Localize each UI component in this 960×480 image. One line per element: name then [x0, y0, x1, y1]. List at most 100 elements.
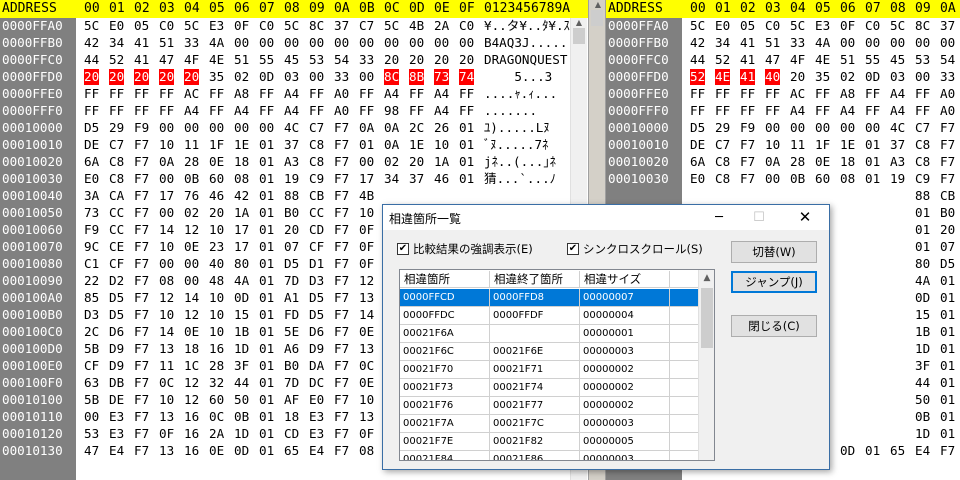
- hex-byte[interactable]: FF: [715, 103, 730, 119]
- close-button[interactable]: 閉じる(C): [731, 315, 817, 337]
- hex-byte[interactable]: 00: [815, 120, 830, 136]
- hex-byte[interactable]: 10: [159, 392, 174, 408]
- hex-byte[interactable]: FF: [159, 103, 174, 119]
- hex-byte[interactable]: C0: [765, 18, 780, 34]
- hex-byte[interactable]: 01: [940, 341, 955, 357]
- hex-byte[interactable]: F7: [134, 290, 149, 306]
- hex-byte[interactable]: D6: [309, 324, 324, 340]
- hex-byte[interactable]: F9: [740, 120, 755, 136]
- hex-byte[interactable]: FF: [915, 86, 930, 102]
- hex-byte[interactable]: B0: [284, 205, 299, 221]
- hex-byte[interactable]: 4B: [409, 18, 424, 34]
- hex-byte[interactable]: B0: [940, 205, 955, 221]
- hex-byte[interactable]: 01: [259, 137, 274, 153]
- hex-byte[interactable]: C0: [459, 18, 474, 34]
- hex-byte[interactable]: 00: [259, 120, 274, 136]
- scroll-thumb[interactable]: [591, 10, 603, 26]
- hex-byte[interactable]: 0A: [159, 154, 174, 170]
- hex-byte[interactable]: 00: [359, 154, 374, 170]
- hex-byte[interactable]: A4: [790, 103, 805, 119]
- hex-byte[interactable]: DE: [84, 137, 99, 153]
- hex-byte[interactable]: CC: [309, 205, 324, 221]
- hex-byte[interactable]: 17: [159, 188, 174, 204]
- hex-byte[interactable]: 14: [159, 324, 174, 340]
- hex-byte[interactable]: 44: [690, 52, 705, 68]
- hex-byte[interactable]: 0D: [840, 443, 855, 459]
- hex-byte[interactable]: 17: [234, 239, 249, 255]
- hex-byte[interactable]: F7: [334, 290, 349, 306]
- hex-byte[interactable]: FF: [109, 86, 124, 102]
- hex-byte[interactable]: 53: [309, 52, 324, 68]
- hex-byte[interactable]: A6: [284, 341, 299, 357]
- hex-byte[interactable]: 76: [184, 188, 199, 204]
- hex-byte[interactable]: 07: [284, 239, 299, 255]
- hex-byte[interactable]: 01: [259, 341, 274, 357]
- hex-byte[interactable]: 5C: [84, 18, 99, 34]
- hex-row[interactable]: 0000FFA0 5C E0 05 C0 5C E3 0F C0 5C 8C 37: [606, 18, 960, 34]
- ascii-text[interactable]: B4AQ3J.......: [484, 35, 583, 51]
- hex-byte[interactable]: 18: [184, 341, 199, 357]
- hex-byte[interactable]: F7: [134, 375, 149, 391]
- switch-button[interactable]: 切替(W): [731, 241, 817, 263]
- scroll-thumb[interactable]: [701, 288, 713, 348]
- hex-byte[interactable]: 9C: [84, 239, 99, 255]
- hex-byte[interactable]: FF: [765, 86, 780, 102]
- hex-byte[interactable]: 00: [384, 35, 399, 51]
- hex-byte[interactable]: A1: [284, 290, 299, 306]
- hex-byte[interactable]: 44: [234, 375, 249, 391]
- hex-byte[interactable]: F7: [334, 137, 349, 153]
- hex-byte[interactable]: 10: [209, 324, 224, 340]
- hex-byte[interactable]: F7: [334, 358, 349, 374]
- hex-byte[interactable]: 41: [740, 52, 755, 68]
- hex-byte[interactable]: CB: [940, 188, 955, 204]
- hex-byte[interactable]: 17: [234, 222, 249, 238]
- hex-byte[interactable]: 0B: [234, 409, 249, 425]
- ascii-text[interactable]: jﾈ..(...｣ﾈ: [484, 154, 556, 170]
- hex-byte[interactable]: 52: [715, 52, 730, 68]
- hex-byte[interactable]: C8: [715, 154, 730, 170]
- hex-byte[interactable]: 01: [915, 239, 930, 255]
- hex-byte[interactable]: 52: [109, 52, 124, 68]
- hex-byte[interactable]: 88: [284, 188, 299, 204]
- hex-byte[interactable]: F7: [134, 392, 149, 408]
- hex-byte[interactable]: 20: [209, 205, 224, 221]
- hex-row[interactable]: 0000FFA0 5C E0 05 C0 5C E3 0F C0 5C 8C 37 C7 5C 4B 2A C0…: [0, 18, 588, 34]
- hex-byte[interactable]: 19: [890, 171, 905, 187]
- hex-byte[interactable]: F7: [334, 171, 349, 187]
- list-item[interactable]: 00021F76 00021F77 00000002: [400, 397, 698, 415]
- hex-byte[interactable]: 0B: [790, 171, 805, 187]
- hex-byte[interactable]: 1F: [209, 137, 224, 153]
- ascii-text[interactable]: ¥..タ¥..ﾀ¥.ｽ: [484, 18, 570, 34]
- hex-byte[interactable]: A4: [234, 103, 249, 119]
- diff-byte[interactable]: 74: [459, 69, 475, 85]
- hex-byte[interactable]: F7: [334, 256, 349, 272]
- hex-byte[interactable]: DE: [690, 137, 705, 153]
- hex-byte[interactable]: 01: [259, 307, 274, 323]
- hex-byte[interactable]: C7: [359, 18, 374, 34]
- hex-byte[interactable]: 10: [209, 290, 224, 306]
- hex-byte[interactable]: E3: [109, 409, 124, 425]
- hex-byte[interactable]: F7: [334, 239, 349, 255]
- hex-byte[interactable]: FF: [359, 86, 374, 102]
- hex-byte[interactable]: 41: [134, 52, 149, 68]
- hex-row[interactable]: 00010030 E0 C8 F7 00 0B 60 08 01 19 C9 F7: [606, 171, 960, 187]
- hex-byte[interactable]: 1D: [915, 426, 930, 442]
- hex-byte[interactable]: FF: [715, 86, 730, 102]
- hex-byte[interactable]: 00: [184, 120, 199, 136]
- hex-byte[interactable]: E0: [715, 18, 730, 34]
- hex-byte[interactable]: 5B: [84, 341, 99, 357]
- hex-byte[interactable]: 00: [890, 35, 905, 51]
- hex-byte[interactable]: 0D: [259, 69, 274, 85]
- hex-byte[interactable]: 01: [865, 154, 880, 170]
- hex-byte[interactable]: 0B: [184, 171, 199, 187]
- hex-byte[interactable]: 05: [134, 18, 149, 34]
- hex-byte[interactable]: 20: [940, 222, 955, 238]
- hex-byte[interactable]: 01: [259, 188, 274, 204]
- hex-byte[interactable]: C8: [915, 154, 930, 170]
- hex-byte[interactable]: 1C: [184, 358, 199, 374]
- hex-byte[interactable]: 33: [790, 35, 805, 51]
- hex-byte[interactable]: 14: [159, 222, 174, 238]
- hex-byte[interactable]: E0: [109, 18, 124, 34]
- hex-byte[interactable]: 1B: [915, 324, 930, 340]
- check-icon[interactable]: ✔: [567, 243, 579, 255]
